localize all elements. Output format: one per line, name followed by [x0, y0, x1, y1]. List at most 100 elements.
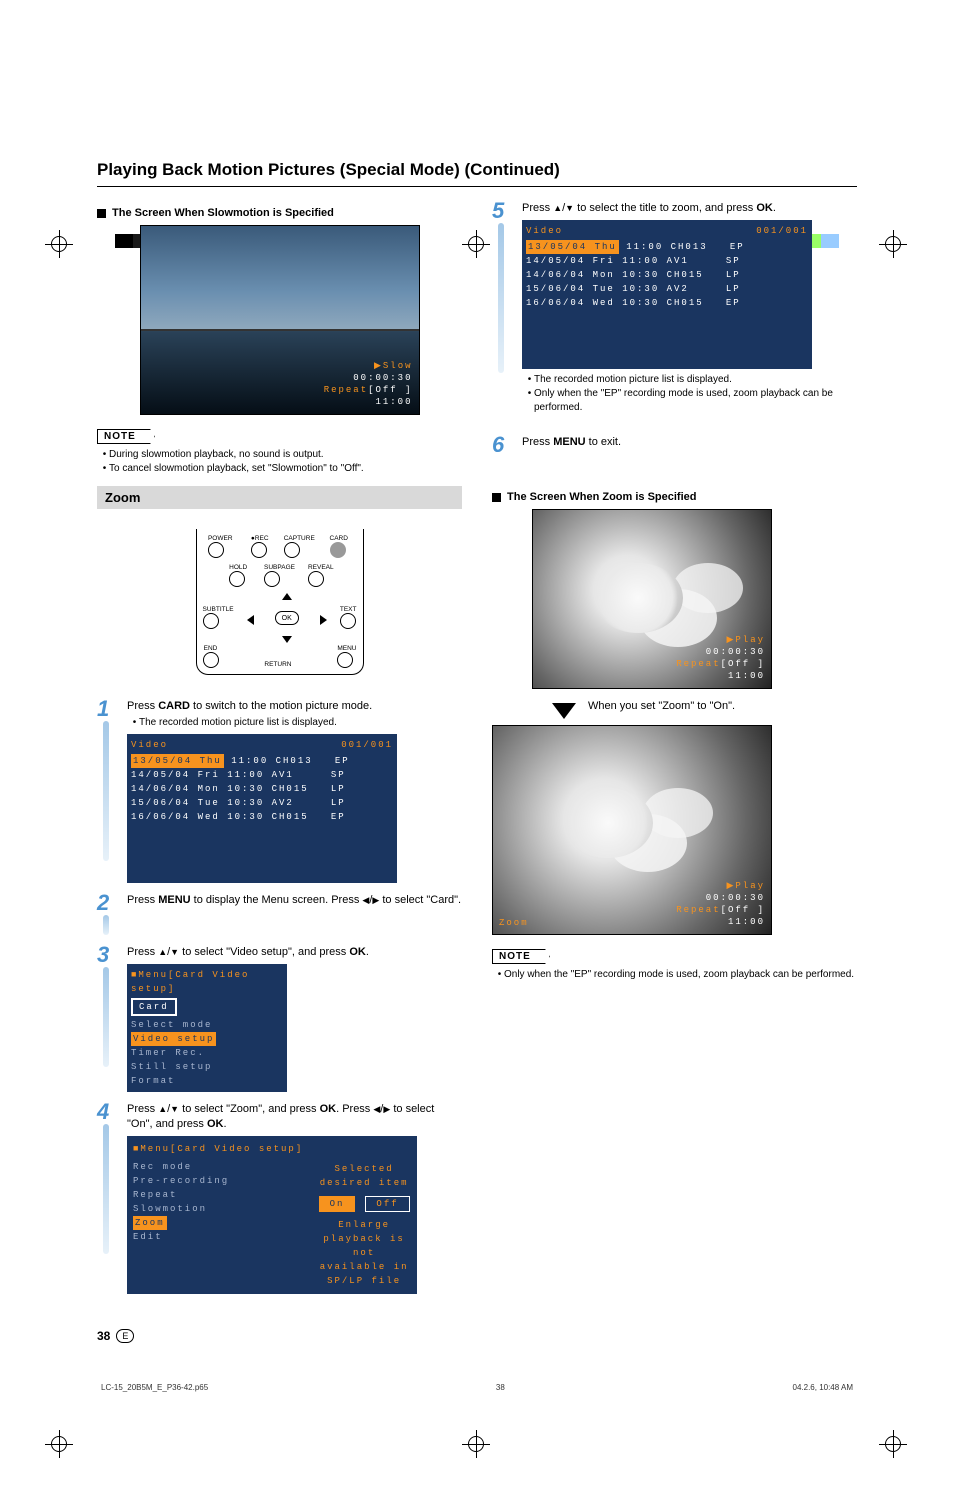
- step-button-ref: CARD: [158, 700, 190, 712]
- left-arrow-icon: [362, 894, 369, 906]
- step-4: 4 Press / to select "Zoom", and press OK…: [97, 1102, 462, 1294]
- step-text: to exit.: [586, 436, 621, 448]
- remote-label: POWER: [208, 535, 233, 542]
- osd-overlay: ▶Slow 00:00:30 Repeat[Off ] 11:00: [324, 360, 413, 408]
- osd-overlay: ▶Play 00:00:30 Repeat[Off ] 11:00: [676, 634, 765, 682]
- slowmotion-heading: The Screen When Slowmotion is Specified: [97, 207, 462, 219]
- note-item: To cancel slowmotion playback, set "Slow…: [109, 462, 462, 476]
- menu-item: Edit: [133, 1232, 163, 1242]
- step-bullet: The recorded motion picture list is disp…: [534, 373, 857, 387]
- step-text: . Press: [336, 1103, 373, 1115]
- step-text: Press: [127, 700, 158, 712]
- zoom-caption: When you set "Zoom" to "On".: [588, 700, 735, 712]
- menu-item: Rec mode: [133, 1162, 192, 1172]
- remote-label: CAPTURE: [284, 535, 315, 542]
- crop-mark-icon: [879, 1430, 909, 1460]
- osd-mode: ▶Play: [676, 880, 765, 892]
- source-file: LC-15_20B5M_E_P36-42.p65: [101, 1383, 208, 1392]
- down-arrow-icon: [565, 202, 574, 214]
- menu-item: Pre-recording: [133, 1176, 229, 1186]
- menu-title: ■Menu[Card Video setup]: [131, 968, 283, 996]
- menu-hint: available in SP/LP file: [317, 1260, 411, 1288]
- step-text: to select "Video setup", and press: [179, 946, 349, 958]
- down-arrow-icon: [552, 703, 576, 719]
- menu-item: Repeat: [133, 1190, 177, 1200]
- page-content: Playing Back Motion Pictures (Special Mo…: [97, 160, 857, 1392]
- remote-ok: OK: [275, 611, 299, 625]
- toggle-on: On: [319, 1196, 356, 1212]
- page-title: Playing Back Motion Pictures (Special Mo…: [97, 160, 857, 187]
- step-text: to select "Card".: [379, 894, 461, 906]
- right-column: 5 Press / to select the title to zoom, a…: [492, 201, 857, 1304]
- remote-label: END: [203, 645, 219, 652]
- remote-label: RETURN: [264, 661, 291, 668]
- remote-label: MENU: [337, 645, 356, 652]
- step-text: to select "Zoom", and press: [179, 1103, 319, 1115]
- menu-item-selected: Video setup: [131, 1032, 216, 1046]
- down-arrow-icon: [170, 946, 179, 958]
- zoom-heading: The Screen When Zoom is Specified: [492, 491, 857, 503]
- step-button-ref: OK: [349, 946, 366, 958]
- source-page: 38: [496, 1383, 505, 1392]
- remote-control-diagram: POWER ●REC CAPTURE CARD HOLD SUBPAGE REV…: [190, 519, 370, 685]
- osd-mode: ▶Slow: [324, 360, 413, 372]
- left-arrow-icon: [373, 1103, 380, 1115]
- note-list: Only when the "EP" recording mode is use…: [492, 968, 857, 982]
- note-item: Only when the "EP" recording mode is use…: [504, 968, 857, 982]
- menu-item: Select mode: [131, 1020, 212, 1030]
- remote-label: ●REC: [251, 535, 269, 542]
- zoom-before-screenshot: ▶Play 00:00:30 Repeat[Off ] 11:00: [532, 509, 772, 689]
- menu-title: ■Menu[Card Video setup]: [133, 1142, 303, 1156]
- step-number: 4: [97, 1102, 117, 1122]
- osd-repeat-label: Repeat: [324, 385, 368, 395]
- vidlist-counter: 001/001: [341, 738, 393, 752]
- remote-label: CARD: [330, 535, 348, 542]
- step-1: 1 Press CARD to switch to the motion pic…: [97, 699, 462, 883]
- menu-item: Card: [131, 998, 177, 1016]
- step-number: 2: [97, 893, 117, 913]
- step-number: 5: [492, 201, 512, 221]
- osd-zoom-label: Zoom: [499, 918, 529, 928]
- step-button-ref: OK: [207, 1118, 224, 1130]
- menu-hint: Enlarge playback is not: [317, 1218, 411, 1260]
- step-bullet: The recorded motion picture list is disp…: [139, 716, 462, 730]
- osd-time: 00:00:30: [676, 646, 765, 658]
- osd-clock: 11:00: [324, 396, 413, 408]
- page-number: 38: [97, 1329, 110, 1343]
- menu-prompt: Selected desired item: [317, 1162, 411, 1190]
- square-bullet-icon: [492, 493, 501, 502]
- vidlist-title: Video: [526, 224, 563, 238]
- vidlist-title: Video: [131, 738, 168, 752]
- osd-clock: 11:00: [676, 670, 765, 682]
- menu-item: Format: [131, 1076, 175, 1086]
- menu-screenshot-zoom: ■Menu[Card Video setup] Rec mode Pre-rec…: [127, 1136, 417, 1294]
- remote-label: SUBPAGE: [264, 564, 295, 571]
- crop-mark-icon: [45, 1430, 75, 1460]
- toggle-off: Off: [365, 1196, 409, 1212]
- up-arrow-icon: [553, 202, 562, 214]
- down-arrow-icon: [170, 1103, 179, 1115]
- note-tag: NOTE: [97, 429, 155, 444]
- heading-text: The Screen When Slowmotion is Specified: [112, 207, 334, 219]
- step-button-ref: MENU: [553, 436, 585, 448]
- osd-mode: ▶Play: [676, 634, 765, 646]
- menu-item: Still setup: [131, 1062, 212, 1072]
- square-bullet-icon: [97, 209, 106, 218]
- step-number: 6: [492, 435, 512, 455]
- crop-mark-icon: [879, 230, 909, 260]
- source-timestamp: 04.2.6, 10:48 AM: [793, 1383, 854, 1392]
- remote-navpad: OK: [247, 593, 327, 643]
- osd-overlay: ▶Play 00:00:30 Repeat[Off ] 11:00: [676, 880, 765, 928]
- heading-text: The Screen When Zoom is Specified: [507, 491, 696, 503]
- step-button-ref: OK: [320, 1103, 337, 1115]
- center-registration-icon: [462, 1430, 492, 1460]
- remote-label: HOLD: [229, 564, 247, 571]
- video-list-screenshot: Video001/001 13/05/04 Thu 11:00 CH013 EP…: [127, 734, 397, 883]
- menu-item-selected: Zoom: [133, 1216, 167, 1230]
- step-number: 1: [97, 699, 117, 719]
- step-text: to display the Menu screen. Press: [191, 894, 363, 906]
- osd-repeat-value: [Off ]: [368, 385, 412, 395]
- zoom-section-header: Zoom: [97, 486, 462, 509]
- slowmotion-screenshot: ▶Slow 00:00:30 Repeat[Off ] 11:00: [140, 225, 420, 415]
- step-text: Press: [127, 946, 158, 958]
